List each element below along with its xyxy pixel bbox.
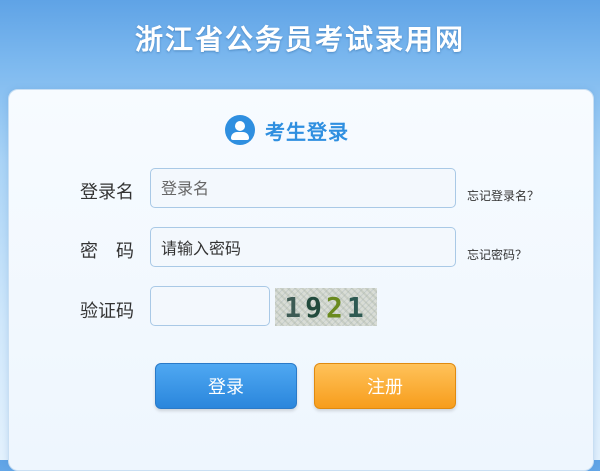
- login-button[interactable]: 登录: [155, 363, 297, 409]
- user-icon: [225, 115, 255, 145]
- username-label: 登录名: [80, 182, 134, 203]
- captcha-digit: 2: [326, 290, 347, 324]
- captcha-input[interactable]: [150, 286, 270, 326]
- captcha-digit: 1: [284, 290, 306, 324]
- panel-header: 考生登录: [225, 112, 349, 148]
- register-button[interactable]: 注册: [314, 363, 456, 409]
- forgot-password-link[interactable]: 忘记密码？: [467, 246, 527, 263]
- forgot-username-link[interactable]: 忘记登录名？: [467, 187, 539, 204]
- captcha-label: 验证码: [80, 301, 134, 322]
- captcha-digit: 1: [346, 290, 368, 324]
- password-label: 密 码: [80, 241, 134, 262]
- panel-title: 考生登录: [265, 119, 349, 144]
- captcha-image[interactable]: 1 9 2 1: [275, 288, 377, 326]
- password-input[interactable]: [150, 227, 456, 267]
- site-title: 浙江省公务员考试录用网: [134, 23, 465, 56]
- captcha-digit: 9: [305, 290, 326, 324]
- username-input[interactable]: [150, 168, 456, 208]
